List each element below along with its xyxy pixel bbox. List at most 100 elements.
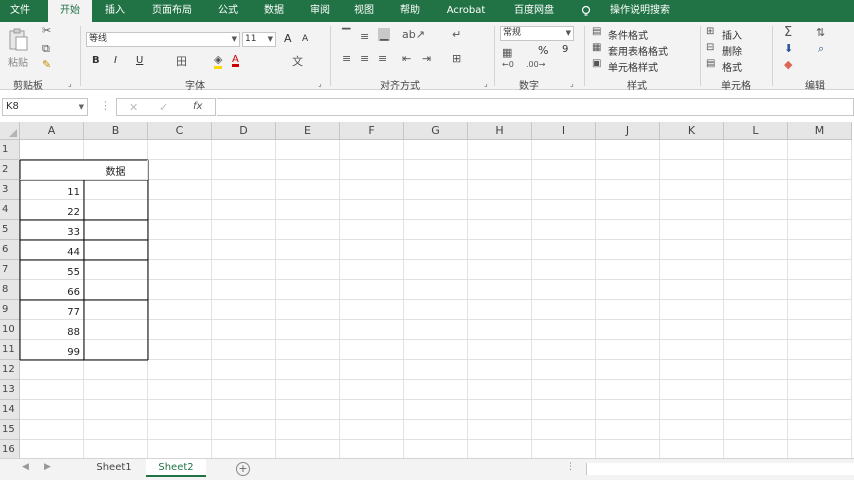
- cell-k5[interactable]: [660, 220, 724, 240]
- cell-l11[interactable]: [724, 340, 788, 360]
- cell-j9[interactable]: [596, 300, 660, 320]
- cell-d10[interactable]: [212, 320, 276, 340]
- font-color-button[interactable]: A: [232, 55, 239, 67]
- cell-e8[interactable]: [276, 280, 340, 300]
- cell-e12[interactable]: [276, 360, 340, 380]
- decrease-font-button[interactable]: A: [302, 34, 308, 44]
- cell-b6[interactable]: [84, 240, 148, 260]
- cell-b4[interactable]: [84, 200, 148, 220]
- cell-h12[interactable]: [468, 360, 532, 380]
- cell-f6[interactable]: [340, 240, 404, 260]
- cell-e11[interactable]: [276, 340, 340, 360]
- cell-d15[interactable]: [212, 420, 276, 440]
- cell-c9[interactable]: [148, 300, 212, 320]
- row-header-5[interactable]: 5: [0, 220, 20, 240]
- insert-function-icon[interactable]: fx: [193, 101, 202, 112]
- cell-l2[interactable]: [724, 160, 788, 180]
- cell-m5[interactable]: [788, 220, 852, 240]
- name-box[interactable]: K8 ▼: [2, 98, 88, 116]
- cell-a11[interactable]: 99: [20, 340, 84, 360]
- column-header-h[interactable]: H: [468, 122, 532, 140]
- italic-button[interactable]: I: [114, 55, 117, 66]
- cell-h8[interactable]: [468, 280, 532, 300]
- cell-l16[interactable]: [724, 440, 788, 458]
- sheet-next-icon[interactable]: ▶: [44, 462, 51, 472]
- copy-icon[interactable]: ⧉: [42, 42, 50, 56]
- cell-c14[interactable]: [148, 400, 212, 420]
- column-header-b[interactable]: B: [84, 122, 148, 140]
- cell-j12[interactable]: [596, 360, 660, 380]
- borders-icon[interactable]: 田: [176, 53, 187, 69]
- cell-h5[interactable]: [468, 220, 532, 240]
- enter-icon[interactable]: ✓: [159, 101, 168, 114]
- tab-insert[interactable]: 插入: [96, 0, 134, 22]
- cell-l7[interactable]: [724, 260, 788, 280]
- cell-i15[interactable]: [532, 420, 596, 440]
- cell-c15[interactable]: [148, 420, 212, 440]
- bold-button[interactable]: B: [92, 55, 100, 66]
- cell-a15[interactable]: [20, 420, 84, 440]
- cell-g3[interactable]: [404, 180, 468, 200]
- find-select-icon[interactable]: ⌕: [818, 42, 824, 56]
- cell-m1[interactable]: [788, 140, 852, 160]
- cell-f5[interactable]: [340, 220, 404, 240]
- cell-b3[interactable]: [84, 180, 148, 200]
- cell-a14[interactable]: [20, 400, 84, 420]
- cell-d3[interactable]: [212, 180, 276, 200]
- cell-k9[interactable]: [660, 300, 724, 320]
- cell-d11[interactable]: [212, 340, 276, 360]
- column-header-g[interactable]: G: [404, 122, 468, 140]
- phonetic-icon[interactable]: 文: [292, 53, 303, 69]
- cell-a5[interactable]: 33: [20, 220, 84, 240]
- cell-g11[interactable]: [404, 340, 468, 360]
- cell-g12[interactable]: [404, 360, 468, 380]
- cell-m16[interactable]: [788, 440, 852, 458]
- cell-a13[interactable]: [20, 380, 84, 400]
- cell-f2[interactable]: [340, 160, 404, 180]
- cell-m15[interactable]: [788, 420, 852, 440]
- cell-k4[interactable]: [660, 200, 724, 220]
- cell-f14[interactable]: [340, 400, 404, 420]
- cell-j14[interactable]: [596, 400, 660, 420]
- column-header-c[interactable]: C: [148, 122, 212, 140]
- cell-a16[interactable]: [20, 440, 84, 458]
- cell-h4[interactable]: [468, 200, 532, 220]
- format-as-table-button[interactable]: 套用表格格式: [608, 43, 668, 58]
- cell-e3[interactable]: [276, 180, 340, 200]
- cell-f3[interactable]: [340, 180, 404, 200]
- column-header-f[interactable]: F: [340, 122, 404, 140]
- cell-c10[interactable]: [148, 320, 212, 340]
- cell-i11[interactable]: [532, 340, 596, 360]
- cell-i10[interactable]: [532, 320, 596, 340]
- cell-f9[interactable]: [340, 300, 404, 320]
- cell-c2[interactable]: [148, 160, 212, 180]
- sheet-prev-icon[interactable]: ◀: [22, 462, 29, 472]
- row-header-1[interactable]: 1: [0, 140, 20, 160]
- cell-j1[interactable]: [596, 140, 660, 160]
- cell-g14[interactable]: [404, 400, 468, 420]
- cell-d2[interactable]: [212, 160, 276, 180]
- cell-k10[interactable]: [660, 320, 724, 340]
- tab-data[interactable]: 数据: [254, 0, 294, 22]
- clear-icon[interactable]: ◆: [784, 58, 792, 71]
- cell-b1[interactable]: [84, 140, 148, 160]
- format-cells-button[interactable]: 格式: [722, 59, 742, 74]
- cut-icon[interactable]: ✂: [42, 24, 51, 37]
- column-header-l[interactable]: L: [724, 122, 788, 140]
- cell-m12[interactable]: [788, 360, 852, 380]
- underline-button[interactable]: U: [136, 55, 143, 66]
- merge-center-icon[interactable]: ⊞: [452, 52, 461, 65]
- cell-l13[interactable]: [724, 380, 788, 400]
- cell-l5[interactable]: [724, 220, 788, 240]
- cell-e14[interactable]: [276, 400, 340, 420]
- spreadsheet-grid[interactable]: A B C D E F G H I J K L M 1 2 数据 3 11 4 22 5 33 6 44 7 55 8 66 9 77 10…: [0, 122, 854, 458]
- cell-b10[interactable]: [84, 320, 148, 340]
- cell-d5[interactable]: [212, 220, 276, 240]
- row-header-8[interactable]: 8: [0, 280, 20, 300]
- tab-home[interactable]: 开始: [48, 0, 92, 22]
- cell-i4[interactable]: [532, 200, 596, 220]
- sheet-tab-sheet2[interactable]: Sheet2: [146, 459, 206, 477]
- cell-c16[interactable]: [148, 440, 212, 458]
- cell-g15[interactable]: [404, 420, 468, 440]
- fill-icon[interactable]: ⬇: [784, 42, 793, 55]
